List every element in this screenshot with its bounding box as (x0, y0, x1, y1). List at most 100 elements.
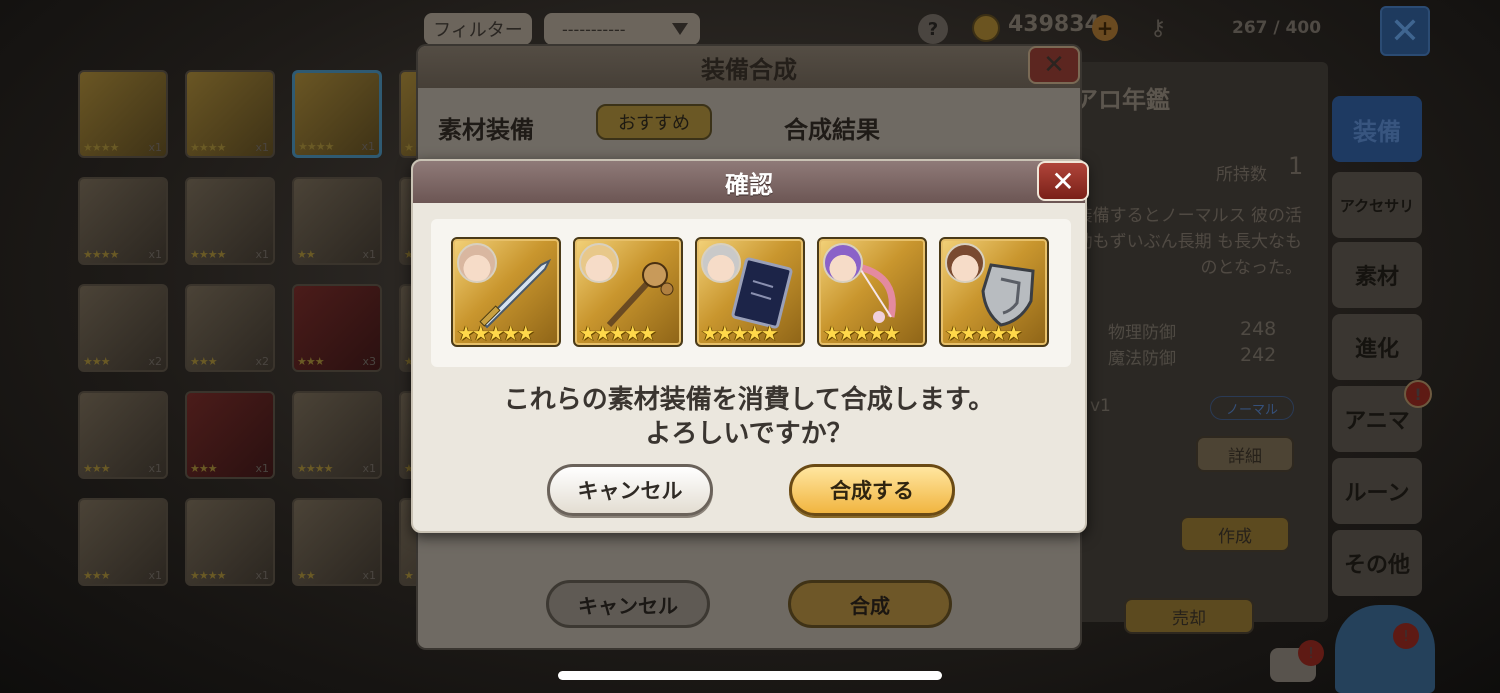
equipment-level: v1 (1090, 396, 1111, 416)
confirm-cancel-label: キャンセル (577, 479, 683, 503)
card-count: x1 (148, 462, 162, 475)
filter-button[interactable]: フィルター (424, 13, 532, 45)
card-stars: ★★★★ (83, 141, 119, 154)
equipment-card[interactable]: ★★★ x1 (78, 498, 168, 586)
card-stars: ★★★ (190, 355, 218, 368)
card-count: x1 (362, 569, 376, 582)
card-stars: ★★ (297, 569, 316, 582)
home-indicator[interactable] (558, 671, 942, 680)
card-count: x1 (255, 248, 269, 261)
confirm-synthesize-button[interactable]: 合成する (789, 464, 955, 516)
inventory-slot-count: 267 / 400 (1232, 18, 1322, 38)
detail-label: 詳細 (1228, 446, 1262, 467)
equipment-card[interactable]: ★★★★ x1 (185, 70, 275, 158)
confirm-close-button[interactable]: ✕ (1037, 161, 1089, 201)
tab-label: アニマ (1344, 409, 1410, 434)
mascot-helper-button[interactable]: ! (1335, 605, 1435, 693)
sell-button[interactable]: 売却 (1124, 598, 1254, 634)
card-count: x1 (255, 141, 269, 154)
tab-0[interactable]: 装備 (1332, 96, 1422, 162)
card-count: x1 (362, 462, 376, 475)
add-gold-button[interactable]: + (1092, 15, 1118, 41)
synthesis-cancel-button[interactable]: キャンセル (546, 580, 710, 628)
equipment-card[interactable]: ★★★★ x1 (78, 70, 168, 158)
tab-label: アクセサリ (1339, 196, 1415, 215)
rarity-stars: ★★★★★ (945, 321, 1023, 345)
equipment-card[interactable]: ★★★★ x1 (78, 177, 168, 265)
confirm-cancel-button[interactable]: キャンセル (547, 464, 713, 516)
equipment-card[interactable]: ★★★ x1 (185, 391, 275, 479)
tab-5[interactable]: ルーン (1332, 458, 1422, 524)
synthesize-label: 合成 (850, 593, 890, 618)
phys-def-value: 248 (1240, 318, 1277, 340)
card-count: x1 (148, 569, 162, 582)
sell-label: 売却 (1172, 608, 1206, 629)
equipment-card[interactable]: ★★ x1 (292, 177, 382, 265)
card-count: x3 (362, 355, 376, 368)
synthesis-close-button[interactable]: ✕ (1028, 46, 1080, 84)
tab-6[interactable]: その他 (1332, 530, 1422, 596)
tab-1[interactable]: アクセサリ (1332, 172, 1422, 238)
owned-count: 1 (1288, 152, 1304, 180)
create-button[interactable]: 作成 (1180, 516, 1290, 552)
recommend-button[interactable]: おすすめ (596, 104, 712, 140)
equipment-card[interactable]: ★★★★ x1 (185, 177, 275, 265)
tab-label: 進化 (1354, 337, 1399, 362)
equipment-card[interactable]: ★★★ x2 (185, 284, 275, 372)
close-screen-button[interactable]: ✕ (1380, 6, 1430, 56)
equipment-card[interactable]: ★★★ x2 (78, 284, 168, 372)
mag-def-value: 242 (1240, 344, 1277, 366)
help-button[interactable]: ? (918, 14, 948, 44)
confirm-title: 確認 (413, 161, 1085, 203)
chat-button[interactable]: ! (1270, 640, 1324, 682)
equipment-card[interactable]: ★★ x1 (292, 498, 382, 586)
card-stars: ★★★ (83, 355, 111, 368)
material-item: ★★★★★ (817, 237, 927, 347)
character-portrait-icon (457, 243, 497, 283)
card-stars: ★ (404, 569, 414, 582)
owned-label: 所持数 (1216, 165, 1267, 185)
card-count: x1 (361, 140, 375, 153)
card-count: x1 (255, 462, 269, 475)
material-item: ★★★★★ (695, 237, 805, 347)
plus-icon: + (1096, 16, 1114, 40)
create-label: 作成 (1218, 526, 1252, 547)
card-count: x1 (255, 569, 269, 582)
equipment-card[interactable]: ★★★★ x1 (185, 498, 275, 586)
filter-value: ----------- (562, 19, 626, 39)
equipment-card[interactable]: ★★★★ x1 (292, 70, 382, 158)
rarity-stars: ★★★★★ (579, 321, 657, 345)
card-stars: ★★★★ (190, 248, 226, 261)
card-stars: ★ (404, 141, 414, 154)
result-label: 合成結果 (784, 116, 880, 144)
tab-2[interactable]: 素材 (1332, 242, 1422, 308)
character-portrait-icon (945, 243, 985, 283)
detail-button[interactable]: 詳細 (1196, 436, 1294, 472)
card-stars: ★★★★ (190, 569, 226, 582)
equipment-name: アロ年鑑 (1074, 86, 1170, 114)
equipment-card[interactable]: ★★★ x3 (292, 284, 382, 372)
card-stars: ★★★★ (298, 140, 334, 153)
tab-3[interactable]: 進化 (1332, 314, 1422, 380)
tab-notification-badge: ! (1404, 380, 1432, 408)
equipment-card[interactable]: ★★★★ x1 (292, 391, 382, 479)
tab-label: その他 (1343, 553, 1410, 578)
filter-select[interactable]: ----------- (544, 13, 700, 45)
close-icon: ✕ (1389, 10, 1421, 52)
rarity-stars: ★★★★★ (823, 321, 901, 345)
rarity-stars: ★★★★★ (701, 321, 779, 345)
synthesize-button[interactable]: 合成 (788, 580, 952, 628)
equipment-card[interactable]: ★★★ x1 (78, 391, 168, 479)
confirm-synthesize-label: 合成する (830, 479, 914, 503)
mag-def-label: 魔法防御 (1108, 349, 1176, 369)
confirm-message-line1: これらの素材装備を消費して合成します。 (503, 385, 995, 415)
tab-4[interactable]: アニマ! (1332, 380, 1432, 452)
card-stars: ★★★ (297, 355, 325, 368)
character-portrait-icon (579, 243, 619, 283)
materials-label: 素材装備 (438, 116, 534, 144)
card-count: x1 (148, 141, 162, 154)
material-item: ★★★★★ (939, 237, 1049, 347)
material-items-list: ★★★★★ ★★★★★ ★★★★★ ★★★★★ ★★★★★ (431, 219, 1071, 367)
card-count: x1 (362, 248, 376, 261)
synthesis-cancel-label: キャンセル (578, 593, 678, 618)
